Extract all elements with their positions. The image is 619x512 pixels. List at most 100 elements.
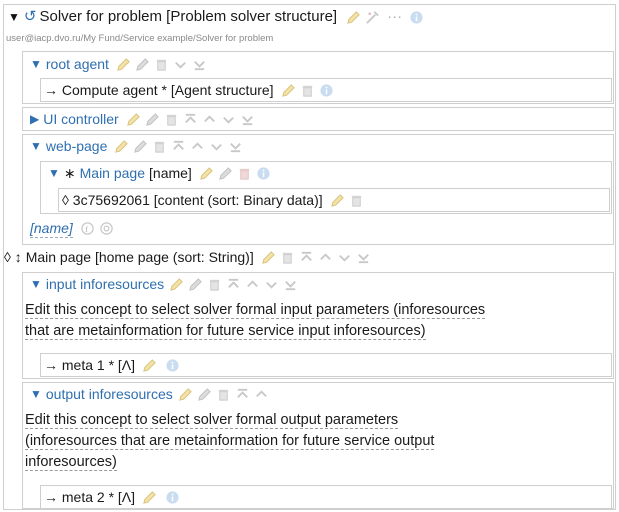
info-icon[interactable] [164, 357, 181, 374]
content-label[interactable]: ◊ 3c75692061 [content (sort: Binary data… [62, 191, 323, 209]
move-top-icon[interactable] [170, 138, 187, 155]
move-top-icon[interactable] [234, 386, 251, 403]
meta2-row: → meta 2 * [Λ] [44, 488, 181, 506]
output-inforesources-header: ▼ output inforesources [30, 385, 270, 403]
input-inforesources-header: ▼ input inforesources [30, 275, 299, 293]
info-icon[interactable] [255, 165, 272, 182]
collapsed-triangle-icon[interactable]: ▶ [30, 110, 39, 128]
solver-path: user@iacp.dvo.ru/My Fund/Service example… [6, 33, 274, 44]
move-bottom-icon[interactable] [355, 249, 372, 266]
settings-icon[interactable] [98, 220, 115, 237]
output-description-line2: (inforesources that are metainformation … [25, 433, 435, 450]
web-page-header: ▼ web-page [30, 137, 244, 155]
name-row: [name] f [30, 219, 115, 238]
pencil-icon[interactable] [115, 56, 132, 73]
pencil-icon[interactable] [329, 192, 346, 209]
pencil-icon[interactable] [198, 165, 215, 182]
edit-icon[interactable] [217, 165, 234, 182]
move-up-icon[interactable] [244, 276, 261, 293]
info-icon[interactable] [318, 82, 335, 99]
pencil-icon[interactable] [260, 249, 277, 266]
move-bottom-icon[interactable] [227, 138, 244, 155]
trash-icon[interactable] [163, 111, 180, 128]
trash-icon[interactable] [299, 82, 316, 99]
solver-header: ▼ ↺ Solver for problem [Problem solver s… [8, 8, 425, 26]
expand-triangle-icon[interactable]: ▼ [30, 55, 42, 73]
info-icon[interactable] [408, 9, 425, 26]
web-page-label[interactable]: web-page [46, 137, 108, 155]
output-description[interactable]: Edit this concept to select solver forma… [25, 410, 613, 473]
move-bottom-icon[interactable] [239, 111, 256, 128]
trash-icon[interactable] [215, 386, 232, 403]
edit-icon[interactable] [134, 56, 151, 73]
pencil-icon[interactable] [280, 82, 297, 99]
info-icon[interactable] [164, 489, 181, 506]
move-down-icon[interactable] [208, 138, 225, 155]
trash-icon[interactable] [151, 138, 168, 155]
move-up-icon[interactable] [189, 138, 206, 155]
ui-controller-label[interactable]: UI controller [43, 110, 118, 128]
home-page-label[interactable]: ◊ ↕ Main page [home page (sort: String)] [4, 248, 254, 266]
edit-icon[interactable] [132, 138, 149, 155]
move-down-icon[interactable] [172, 56, 189, 73]
trash-icon[interactable] [153, 56, 170, 73]
main-page-header: ▼ ∗ Main page [name] [48, 164, 272, 182]
trash-icon[interactable] [279, 249, 296, 266]
pencil-icon[interactable] [141, 357, 158, 374]
pencil-icon[interactable] [345, 9, 362, 26]
input-description-line1: Edit this concept to select solver forma… [25, 302, 486, 319]
output-description-line3: inforesources) [25, 454, 117, 471]
meta1-label[interactable]: → meta 1 * [Λ] [44, 356, 135, 374]
pencil-icon[interactable] [177, 386, 194, 403]
root-agent-header: ▼ root agent [30, 55, 208, 73]
root-agent-label[interactable]: root agent [46, 55, 109, 73]
expand-triangle-icon[interactable]: ▼ [30, 137, 42, 155]
content-row: ◊ 3c75692061 [content (sort: Binary data… [62, 191, 365, 209]
meta1-row: → meta 1 * [Λ] [44, 356, 181, 374]
move-down-icon[interactable] [336, 249, 353, 266]
move-top-icon[interactable] [225, 276, 242, 293]
move-down-icon[interactable] [220, 111, 237, 128]
refresh-icon[interactable]: ↺ [24, 8, 37, 26]
move-bottom-icon[interactable] [282, 276, 299, 293]
name-label[interactable]: [name] [30, 219, 73, 238]
main-page-suffix: [name] [149, 165, 192, 181]
edit-icon[interactable] [187, 276, 204, 293]
meta2-label[interactable]: → meta 2 * [Λ] [44, 488, 135, 506]
trash-icon[interactable] [206, 276, 223, 293]
pencil-icon[interactable] [141, 489, 158, 506]
solver-title[interactable]: Solver for problem [Problem solver struc… [39, 8, 337, 26]
move-bottom-icon[interactable] [191, 56, 208, 73]
trash-icon[interactable] [348, 192, 365, 209]
expand-triangle-icon[interactable]: ▼ [48, 164, 60, 182]
expand-triangle-icon[interactable]: ▼ [30, 275, 42, 293]
main-page-label[interactable]: Main page [80, 164, 145, 182]
output-description-line1: Edit this concept to select solver forma… [25, 412, 399, 429]
edit-icon[interactable] [144, 111, 161, 128]
star-icon: ∗ [63, 165, 76, 181]
edit-icon[interactable] [196, 386, 213, 403]
pencil-icon[interactable] [113, 138, 130, 155]
pencil-icon[interactable] [168, 276, 185, 293]
home-page-row: ◊ ↕ Main page [home page (sort: String)] [4, 248, 372, 266]
move-top-icon[interactable] [298, 249, 315, 266]
move-up-icon[interactable] [253, 386, 270, 403]
expand-triangle-icon[interactable]: ▼ [30, 385, 42, 403]
function-icon[interactable]: f [79, 220, 96, 237]
move-up-icon[interactable] [201, 111, 218, 128]
move-top-icon[interactable] [182, 111, 199, 128]
ui-controller-header: ▶ UI controller [30, 110, 256, 128]
input-inforesources-label[interactable]: input inforesources [46, 275, 164, 293]
move-down-icon[interactable] [263, 276, 280, 293]
input-description[interactable]: Edit this concept to select solver forma… [25, 300, 613, 342]
move-up-icon[interactable] [317, 249, 334, 266]
expand-triangle-icon[interactable]: ▼ [8, 8, 20, 26]
pencil-icon[interactable] [125, 111, 142, 128]
svg-text:f: f [85, 224, 88, 234]
trash-icon[interactable] [236, 165, 253, 182]
input-description-line2: that are metainformation for future serv… [25, 323, 426, 340]
compute-agent-label[interactable]: → Compute agent * [Agent structure] [44, 81, 274, 99]
wand-edit-icon[interactable] [364, 9, 381, 26]
more-icon[interactable]: ··· [387, 8, 402, 26]
output-inforesources-label[interactable]: output inforesources [46, 385, 173, 403]
